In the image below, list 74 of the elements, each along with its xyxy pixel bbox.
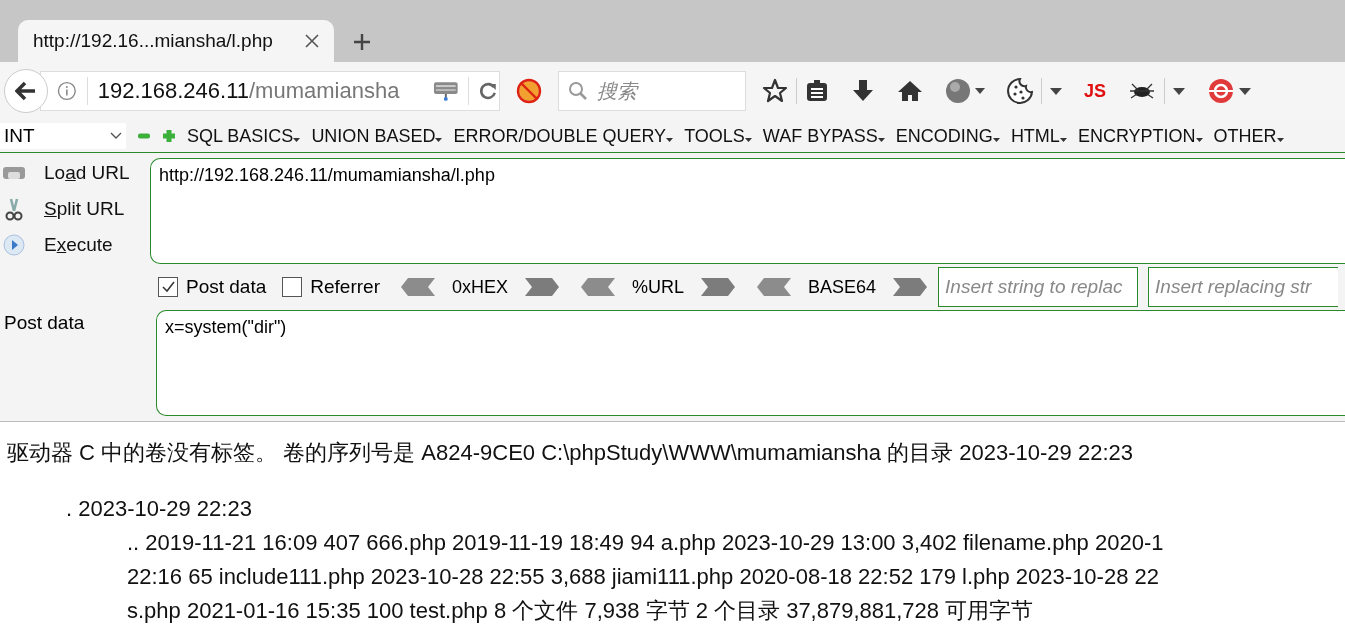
right-arrow-icon[interactable] bbox=[700, 277, 736, 297]
star-icon[interactable] bbox=[762, 78, 788, 104]
caret-icon bbox=[1059, 137, 1067, 142]
browser-tab[interactable]: http://192.16...miansha/l.php bbox=[18, 20, 334, 62]
checkbox-label[interactable]: Referrer bbox=[310, 276, 380, 298]
back-button[interactable] bbox=[4, 69, 48, 113]
target-icon[interactable] bbox=[1207, 77, 1236, 105]
close-icon[interactable] bbox=[304, 33, 320, 49]
server-icon bbox=[432, 80, 459, 102]
caret-icon bbox=[744, 137, 752, 142]
menu-item[interactable]: TOOLS bbox=[684, 125, 752, 147]
address-text: 192.168.246.11/mumamiansha bbox=[97, 78, 401, 104]
play-icon[interactable] bbox=[2, 233, 26, 257]
menu-item[interactable]: OTHER bbox=[1213, 125, 1284, 147]
right-arrow-icon[interactable] bbox=[524, 277, 560, 297]
menu-item[interactable]: WAF BYPASS bbox=[762, 125, 885, 147]
url-textarea[interactable]: http://192.168.246.11/mumamiansha/l.php bbox=[150, 158, 1345, 264]
plus-icon[interactable] bbox=[352, 32, 372, 52]
checkbox[interactable] bbox=[282, 277, 303, 297]
right-arrow-icon[interactable] bbox=[892, 277, 929, 297]
action-button[interactable]: Load URL bbox=[44, 162, 130, 184]
menu-item[interactable]: ENCRYPTION bbox=[1077, 125, 1203, 147]
type-select[interactable]: INT bbox=[0, 123, 126, 149]
caret-icon bbox=[1276, 137, 1284, 142]
blocked-icon[interactable] bbox=[516, 78, 542, 104]
chevron-down-icon bbox=[110, 132, 122, 140]
caret-icon[interactable] bbox=[1050, 87, 1062, 95]
info-icon[interactable] bbox=[57, 81, 77, 101]
replace-field[interactable]: Insert replacing str bbox=[1148, 267, 1339, 307]
replace-field[interactable]: Insert string to replac bbox=[938, 267, 1139, 307]
caret-icon[interactable] bbox=[1173, 87, 1186, 95]
globe-icon[interactable] bbox=[945, 78, 971, 104]
menu-item[interactable]: ENCODING bbox=[895, 125, 1000, 147]
download-icon[interactable] bbox=[851, 79, 875, 103]
cookie-icon[interactable] bbox=[1007, 78, 1033, 104]
js-toggle[interactable]: JS bbox=[1084, 80, 1107, 102]
home-icon[interactable] bbox=[897, 79, 923, 103]
left-arrow-icon[interactable] bbox=[756, 277, 792, 297]
caret-icon[interactable] bbox=[1239, 87, 1252, 95]
clipboard-list-icon[interactable] bbox=[805, 79, 829, 103]
output-text: 驱动器 C 中的卷没有标签。 卷的序列号是 A824-9CE0 C:\phpStudy\WWW\mumamiansha 的目录 2023-10-29 22:23 bbox=[7, 439, 1134, 467]
reload-icon[interactable] bbox=[479, 81, 499, 101]
output-text: 22:16 65 include111.php 2023-10-28 22:55 3,688 jiami111.php 2020-08-18 22:52 179 l.php 2023-10-28 22 bbox=[126, 563, 1160, 591]
action-button[interactable]: Execute bbox=[44, 234, 113, 256]
encoding-label: BASE64 bbox=[808, 276, 877, 298]
menu-item[interactable]: UNION BASED bbox=[311, 125, 443, 147]
search-icon bbox=[568, 81, 588, 101]
search-field[interactable]: 搜索 bbox=[558, 71, 746, 111]
caret-icon[interactable] bbox=[975, 88, 985, 94]
plus-icon[interactable] bbox=[162, 129, 176, 143]
output-text: . 2023-10-29 22:23 bbox=[65, 495, 253, 523]
back-icon bbox=[15, 81, 37, 101]
post-data-textarea[interactable]: x=system("dir") bbox=[156, 310, 1345, 416]
caret-icon bbox=[435, 137, 443, 142]
caret-icon bbox=[877, 137, 885, 142]
encoding-label: %URL bbox=[632, 276, 684, 298]
output-text: s.php 2021-01-16 15:35 100 test.php 8 个文件 7,938 字节 2 个目录 37,879,881,728 可用字节 bbox=[126, 597, 1035, 625]
caret-icon bbox=[992, 137, 1000, 142]
post-data-label: Post data bbox=[3, 311, 86, 335]
output-text: .. 2019-11-21 16:09 407 666.php 2019-11-19 18:49 94 a.php 2023-10-29 13:00 3,402 filename.php 2020-1 bbox=[126, 529, 1165, 557]
checkbox-label[interactable]: Post data bbox=[186, 276, 267, 298]
caret-icon bbox=[666, 137, 674, 142]
menu-item[interactable]: SQL BASICS bbox=[187, 125, 301, 147]
left-arrow-icon[interactable] bbox=[580, 277, 616, 297]
menu-item[interactable]: ERROR/DOUBLE QUERY bbox=[453, 125, 674, 147]
menu-item[interactable]: HTML bbox=[1010, 125, 1067, 147]
checkbox[interactable] bbox=[158, 277, 178, 297]
left-arrow-icon[interactable] bbox=[399, 277, 436, 297]
address-bar[interactable]: 192.168.246.11/mumamiansha bbox=[40, 71, 500, 111]
caret-icon bbox=[1195, 137, 1203, 142]
tab-title: http://192.16...miansha/l.php bbox=[33, 30, 273, 52]
encoding-label: 0xHEX bbox=[451, 276, 508, 298]
caret-icon bbox=[293, 137, 301, 142]
action-button[interactable]: Split URL bbox=[44, 198, 125, 220]
